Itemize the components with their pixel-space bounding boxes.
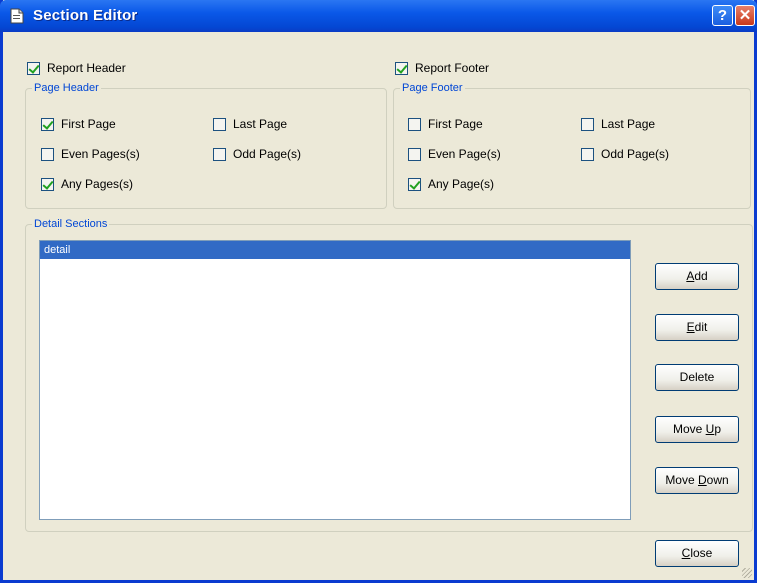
page-footer-even-pages[interactable]: Even Page(s) <box>408 147 501 161</box>
window-title: Section Editor <box>33 7 138 24</box>
page-header-even-pages[interactable]: Even Pages(s) <box>41 147 140 161</box>
checkbox-label: Even Pages(s) <box>61 147 140 161</box>
move-up-button[interactable]: Move Up <box>655 416 739 443</box>
checkbox-label: Any Pages(s) <box>61 177 134 191</box>
move-down-button-mnemonic: D <box>698 473 707 487</box>
page-footer-legend: Page Footer <box>402 82 463 94</box>
checkbox-label: Any Page(s) <box>428 177 495 191</box>
checkbox-label: Odd Page(s) <box>233 147 302 161</box>
close-window-button[interactable]: ✕ <box>735 5 755 26</box>
checkbox-box[interactable] <box>581 147 594 161</box>
page-footer-any-pages[interactable]: Any Page(s) <box>408 177 494 191</box>
checkbox-label: First Page <box>61 117 116 131</box>
resize-grip-icon[interactable] <box>742 568 752 578</box>
move-up-button-text-rest: p <box>714 422 722 436</box>
document-icon <box>10 8 24 24</box>
checkbox-label: Last Page <box>601 117 656 131</box>
checkbox-box[interactable] <box>41 177 54 191</box>
help-button[interactable]: ? <box>712 5 733 26</box>
checkbox-box[interactable] <box>581 117 594 131</box>
report-footer-label: Report Footer <box>415 61 490 75</box>
checkbox-box[interactable] <box>408 147 421 161</box>
add-button-text-rest: dd <box>694 269 708 283</box>
edit-button[interactable]: Edit <box>655 314 739 341</box>
page-footer-first-page[interactable]: First Page <box>408 117 483 131</box>
checkbox-box[interactable] <box>408 117 421 131</box>
detail-sections-list[interactable]: detail <box>39 240 631 520</box>
list-item[interactable]: detail <box>40 241 630 259</box>
checkbox-box[interactable] <box>27 61 40 75</box>
page-header-any-pages[interactable]: Any Pages(s) <box>41 177 133 191</box>
report-header-checkbox[interactable]: Report Header <box>27 61 126 75</box>
add-button[interactable]: Add <box>655 263 739 290</box>
delete-button-text: Delete <box>679 370 715 384</box>
page-footer-odd-pages[interactable]: Odd Page(s) <box>581 147 669 161</box>
move-down-button-text: Move <box>665 473 698 487</box>
report-header-label: Report Header <box>47 61 126 75</box>
checkbox-box[interactable] <box>213 147 226 161</box>
checkbox-box[interactable] <box>41 117 54 131</box>
close-button-text-rest: lose <box>690 546 713 560</box>
checkbox-box[interactable] <box>41 147 54 161</box>
checkbox-box[interactable] <box>408 177 421 191</box>
section-editor-window: Section Editor ? ✕ Report Header Report … <box>0 0 757 583</box>
page-header-odd-pages[interactable]: Odd Page(s) <box>213 147 301 161</box>
delete-button[interactable]: Delete <box>655 364 739 391</box>
detail-sections-legend: Detail Sections <box>34 218 108 230</box>
page-header-first-page[interactable]: First Page <box>41 117 116 131</box>
page-header-legend: Page Header <box>34 82 99 94</box>
move-down-button-text-rest: own <box>706 473 729 487</box>
checkbox-label: Odd Page(s) <box>601 147 670 161</box>
page-footer-last-page[interactable]: Last Page <box>581 117 655 131</box>
checkbox-label: Last Page <box>233 117 288 131</box>
title-bar[interactable]: Section Editor ? ✕ <box>0 0 757 32</box>
close-button[interactable]: Close <box>655 540 739 567</box>
edit-button-mnemonic: E <box>686 320 695 334</box>
checkbox-box[interactable] <box>395 61 408 75</box>
edit-button-text-rest: dit <box>694 320 708 334</box>
page-header-last-page[interactable]: Last Page <box>213 117 287 131</box>
move-down-button[interactable]: Move Down <box>655 467 739 494</box>
report-footer-checkbox[interactable]: Report Footer <box>395 61 489 75</box>
checkbox-label: First Page <box>428 117 483 131</box>
move-up-button-text: Move <box>672 422 706 436</box>
checkbox-label: Even Page(s) <box>428 147 501 161</box>
checkbox-box[interactable] <box>213 117 226 131</box>
